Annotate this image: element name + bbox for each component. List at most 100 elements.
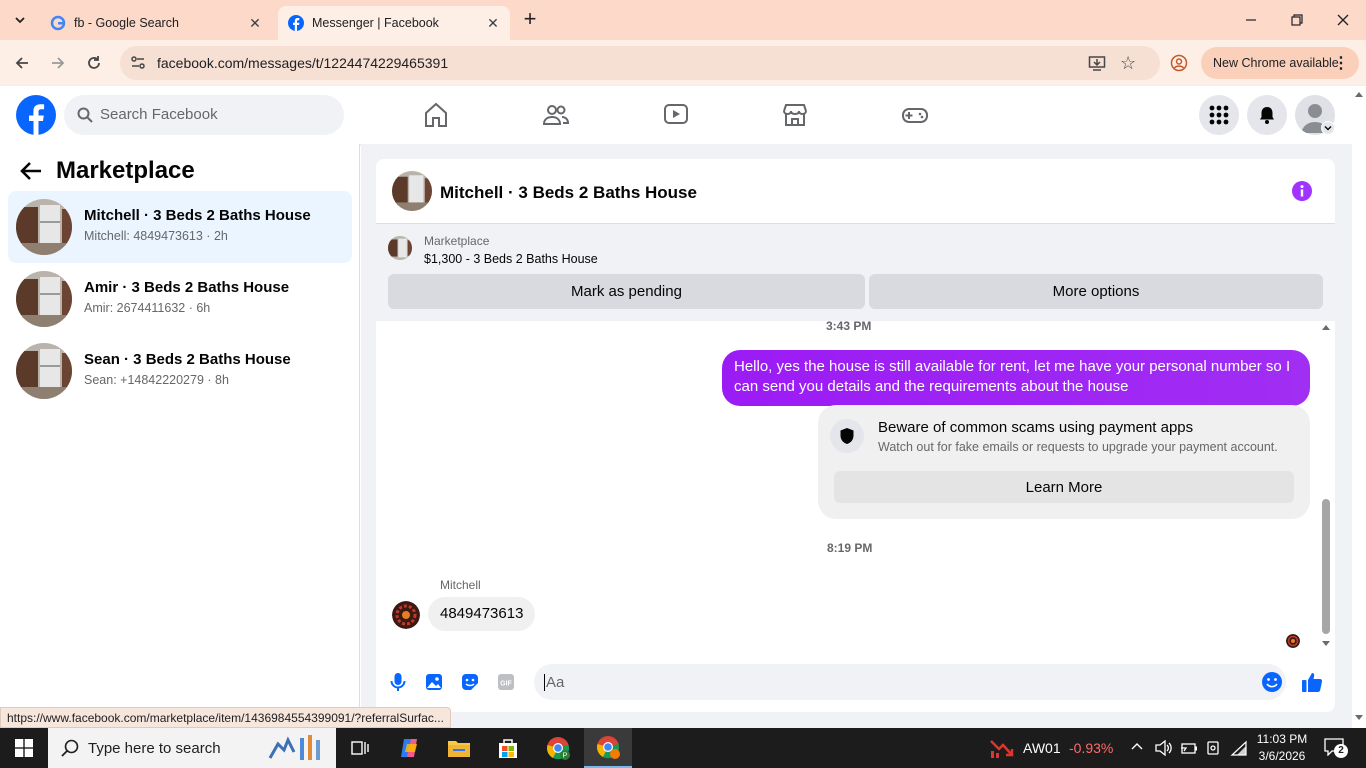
mark-as-pending-button[interactable]: Mark as pending [388,274,865,309]
windows-logo-icon [15,739,33,757]
scroll-up-arrow[interactable] [1322,325,1330,330]
address-bar[interactable]: facebook.com/messages/t/1224474229465391… [120,46,1160,80]
new-tab-button[interactable]: + [518,8,542,32]
reload-button[interactable] [80,49,108,77]
install-app-icon[interactable] [1088,54,1106,77]
timestamp: 3:43 PM [826,319,872,333]
learn-more-button[interactable]: Learn More [834,471,1294,503]
tab-search-button[interactable] [8,8,32,32]
tab-title: fb - Google Search [74,16,179,30]
nav-friends-icon[interactable] [540,99,572,131]
wifi-icon[interactable] [1230,740,1248,761]
clock[interactable]: 11:03 PM 3/6/2026 [1253,731,1311,765]
tab-google-search[interactable]: fb - Google Search ✕ [40,6,272,40]
nav-marketplace-icon[interactable] [779,99,811,131]
chat-listing-avatar[interactable] [392,171,432,211]
listing-mini-thumbnail[interactable] [388,236,412,260]
stock-change: -0.93% [1069,740,1114,756]
close-tab-icon[interactable]: ✕ [484,14,502,32]
chrome-profile-app[interactable]: P [534,728,582,768]
marketplace-listing-bar: Marketplace $1,300 - 3 Beds 2 Baths Hous… [376,224,1335,321]
battery-icon[interactable] [1180,740,1198,761]
shield-icon [830,419,864,453]
chat-title[interactable]: Mitchell · 3 Beds 2 Baths House [440,183,697,203]
stock-chart-icon [990,740,1014,758]
chat-panel: Mitchell · 3 Beds 2 Baths House Marketpl… [376,159,1335,712]
conversation-item-amir[interactable]: Amir · 3 Beds 2 Baths House Amir: 267441… [8,263,352,335]
profile-button[interactable] [1165,49,1193,77]
site-info-icon[interactable] [130,55,146,76]
start-button[interactable] [0,728,48,768]
more-options-button[interactable]: More options [869,274,1323,309]
nav-gaming-icon[interactable] [899,99,931,131]
forward-button[interactable] [44,49,72,77]
conversation-preview: Sean: +14842220279 · 8h [84,373,229,387]
windows-taskbar: Type here to search P AW01 -0.93% 11:03 … [0,728,1366,768]
listing-title[interactable]: $1,300 - 3 Beds 2 Baths House [424,252,598,266]
volume-icon[interactable] [1155,739,1173,761]
sender-avatar[interactable] [392,601,420,629]
file-explorer-app[interactable] [435,728,483,768]
show-hidden-icons-button[interactable] [1130,740,1144,759]
device-icon[interactable] [1205,740,1221,761]
emoji-icon[interactable] [1261,671,1283,698]
back-arrow-icon[interactable] [20,161,42,186]
scroll-thumb[interactable] [1322,499,1330,634]
close-window-button[interactable] [1320,0,1366,40]
chevron-up-icon [1131,743,1143,750]
thumbs-up-icon[interactable] [1301,671,1323,693]
nav-video-icon[interactable] [660,99,692,131]
facebook-search-input[interactable]: Search Facebook [64,95,344,135]
page-scroll-up-arrow[interactable] [1355,92,1363,97]
outgoing-message[interactable]: Hello, yes the house is still available … [722,350,1310,406]
taskbar-search-placeholder: Type here to search [88,740,221,757]
close-icon [1337,14,1349,26]
gif-icon[interactable]: GIF [495,671,517,693]
grid-menu-icon [1209,105,1229,125]
conversation-name: Amir · 3 Beds 2 Baths House [84,279,290,296]
timestamp: 8:19 PM [827,541,873,555]
chrome-active-app[interactable] [584,728,632,768]
photo-icon[interactable] [423,671,445,693]
chrome-update-button[interactable]: New Chrome available ⋮ [1201,47,1359,79]
copilot-app[interactable] [386,728,434,768]
chat-header: Mitchell · 3 Beds 2 Baths House [376,159,1335,224]
page-scroll-down-arrow[interactable] [1355,715,1363,720]
taskbar-search-input[interactable]: Type here to search [48,728,336,768]
conversation-item-sean[interactable]: Sean · 3 Beds 2 Baths House Sean: +14842… [8,335,352,407]
back-button[interactable] [8,49,36,77]
facebook-logo-icon[interactable] [16,95,56,135]
stock-widget[interactable]: AW01 -0.93% [988,728,1114,768]
info-icon[interactable] [1292,181,1312,206]
page-scrollbar[interactable] [1352,86,1366,728]
minimize-button[interactable] [1228,0,1274,40]
incoming-message[interactable]: 4849473613 [428,597,536,631]
nav-home-icon[interactable] [420,99,452,131]
menu-button[interactable] [1199,95,1239,135]
notifications-button[interactable] [1247,95,1287,135]
task-view-button[interactable] [336,728,384,768]
search-placeholder: Search Facebook [100,106,218,123]
chrome-icon [597,736,620,759]
more-menu-icon[interactable]: ⋮ [1333,53,1349,73]
account-chevron-icon[interactable] [1321,121,1335,135]
tab-messenger[interactable]: Messenger | Facebook ✕ [278,6,510,40]
scam-warning-title: Beware of common scams using payment app… [878,419,1194,436]
bookmark-star-icon[interactable]: ☆ [1120,53,1136,74]
notification-center-button[interactable]: 2 [1324,738,1348,760]
scroll-down-arrow[interactable] [1322,641,1330,646]
conversation-item-mitchell[interactable]: Mitchell · 3 Beds 2 Baths House Mitchell… [8,191,352,263]
microphone-icon[interactable] [387,671,409,693]
restore-button[interactable] [1274,0,1320,40]
listing-thumbnail [16,199,72,255]
status-bar-url: https://www.facebook.com/marketplace/ite… [0,707,451,728]
arrow-right-icon [52,57,65,69]
scam-warning-body: Watch out for fake emails or requests to… [878,440,1278,454]
message-input[interactable]: Aa [534,664,1286,700]
folder-icon [448,741,470,757]
microsoft-store-app[interactable] [484,728,532,768]
sticker-icon[interactable] [459,671,481,693]
chat-scrollbar[interactable] [1320,324,1332,650]
listing-thumbnail [16,271,72,327]
close-tab-icon[interactable]: ✕ [246,14,264,32]
